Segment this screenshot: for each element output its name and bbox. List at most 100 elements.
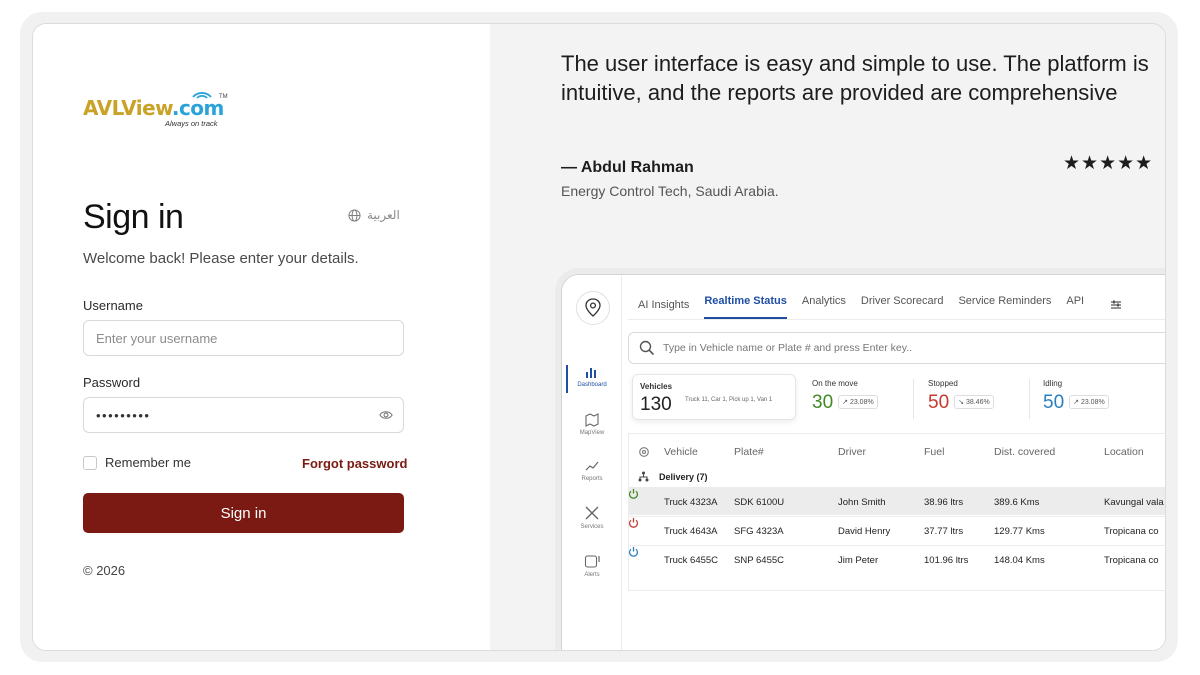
copyright: © 2026 xyxy=(83,563,126,578)
language-switch[interactable]: العربية xyxy=(348,208,400,222)
cell-driver: John Smith xyxy=(838,497,886,508)
testimonial-author: — Abdul Rahman xyxy=(561,159,694,176)
remember-checkbox[interactable] xyxy=(83,455,97,470)
vehicles-breakdown: Truck 11, Car 1, Pick up 1, Van 1 xyxy=(685,397,773,403)
table-row[interactable]: Truck 4323A SDK 6100U John Smith 38.96 l… xyxy=(628,487,1165,515)
group-label: Delivery (7) xyxy=(659,471,708,482)
tab-realtime-status[interactable]: Realtime Status xyxy=(704,295,787,319)
bar-chart-icon xyxy=(586,368,596,378)
signin-button[interactable]: Sign in xyxy=(83,493,404,533)
col-fuel[interactable]: Fuel xyxy=(924,446,944,458)
globe-icon xyxy=(348,208,361,222)
hierarchy-icon xyxy=(638,471,649,482)
cell-location: Kavungal vala xyxy=(1104,497,1164,508)
testimonial-company: Energy Control Tech, Saudi Arabia. xyxy=(561,183,779,199)
map-icon xyxy=(585,413,599,427)
nav-reports[interactable]: Reports xyxy=(562,459,622,482)
rating-stars: ★★★★★ xyxy=(1063,153,1154,174)
nav-services[interactable]: Services xyxy=(562,505,622,530)
col-driver[interactable]: Driver xyxy=(838,446,866,458)
stat-label: Stopped xyxy=(928,379,958,388)
wifi-icon xyxy=(192,92,212,99)
col-dist[interactable]: Dist. covered xyxy=(994,446,1055,458)
username-placeholder: Enter your username xyxy=(96,330,218,346)
stat-value: 30 xyxy=(812,392,834,413)
stat-idling[interactable]: Idling 50 ↗ 23.08% xyxy=(1043,379,1109,414)
cell-plate: SDK 6100U xyxy=(734,497,785,508)
tab-divider xyxy=(628,319,1165,320)
nav-mapview[interactable]: MapView xyxy=(562,413,622,436)
cell-location: Tropicana co xyxy=(1104,526,1159,537)
nav-dashboard[interactable]: Dashboard xyxy=(562,365,622,388)
stat-on-the-move[interactable]: On the move 30 ↗ 23.08% xyxy=(812,379,878,414)
password-field[interactable]: ••••••••• xyxy=(83,397,404,433)
cell-plate: SNP 6455C xyxy=(734,555,784,566)
nav-dashboard-label: Dashboard xyxy=(577,382,607,388)
stat-value: 50 xyxy=(1043,392,1065,413)
group-row[interactable]: Delivery (7) xyxy=(638,471,708,482)
dashboard-tabs: AI Insights Realtime Status Analytics Dr… xyxy=(638,295,1084,319)
power-status-icon xyxy=(628,517,639,528)
col-location[interactable]: Location xyxy=(1104,446,1144,458)
remember-me[interactable]: Remember me xyxy=(83,455,191,470)
vehicles-count: 130 xyxy=(640,394,672,415)
testimonial-quote: The user interface is easy and simple to… xyxy=(561,51,1149,105)
nav-alerts-label: Alerts xyxy=(584,572,600,578)
cell-fuel: 37.77 ltrs xyxy=(924,526,964,537)
table-header: Vehicle Plate# Driver Fuel Dist. covered… xyxy=(628,441,1165,467)
table-row[interactable]: Truck 6455C SNP 6455C Jim Peter 101.96 l… xyxy=(628,545,1165,573)
nav-reports-label: Reports xyxy=(581,476,603,482)
settings-icon[interactable] xyxy=(638,446,650,458)
col-vehicle[interactable]: Vehicle xyxy=(664,446,698,458)
avlview-logo: AVLView.com TM Always on track xyxy=(83,90,243,130)
show-password-icon[interactable] xyxy=(379,408,393,422)
stat-pct: ↗ 23.08% xyxy=(838,395,878,409)
cell-driver: David Henry xyxy=(838,526,891,537)
cell-plate: SFG 4323A xyxy=(734,526,784,537)
cell-vehicle: Truck 4643A xyxy=(664,526,718,537)
search-icon xyxy=(639,340,655,356)
dashboard-preview: Dashboard MapView Reports Services Alert… xyxy=(561,274,1165,650)
search-placeholder: Type in Vehicle name or Plate # and pres… xyxy=(663,342,913,354)
power-status-icon xyxy=(628,488,639,499)
vehicle-search[interactable]: Type in Vehicle name or Plate # and pres… xyxy=(628,332,1165,364)
page-title: Sign in xyxy=(83,198,184,236)
password-value: ••••••••• xyxy=(96,407,151,423)
cell-vehicle: Truck 4323A xyxy=(664,497,718,508)
cell-vehicle: Truck 6455C xyxy=(664,555,719,566)
tab-driver-scorecard[interactable]: Driver Scorecard xyxy=(861,295,944,319)
stat-label: Idling xyxy=(1043,379,1063,388)
username-label: Username xyxy=(83,298,143,313)
nav-alerts[interactable]: Alerts xyxy=(562,553,622,578)
stat-pct: ↗ 23.08% xyxy=(1069,395,1109,409)
col-plate[interactable]: Plate# xyxy=(734,446,764,458)
stat-pct: ↘ 38.46% xyxy=(954,395,994,409)
language-label: العربية xyxy=(367,208,400,222)
username-field[interactable]: Enter your username xyxy=(83,320,404,356)
tab-api[interactable]: API xyxy=(1066,295,1084,319)
stat-value: 50 xyxy=(928,392,950,413)
login-page: AVLView.com TM Always on track Sign in ا… xyxy=(32,23,1166,651)
cell-dist: 129.77 Kms xyxy=(994,526,1045,537)
password-label: Password xyxy=(83,375,141,390)
tab-ai-insights[interactable]: AI Insights xyxy=(638,299,689,319)
cell-driver: Jim Peter xyxy=(838,555,879,566)
dashboard-sidebar: Dashboard MapView Reports Services Alert… xyxy=(562,275,622,650)
cell-location: Tropicana co xyxy=(1104,555,1159,566)
filter-icon[interactable] xyxy=(1110,299,1122,311)
cell-fuel: 38.96 ltrs xyxy=(924,497,964,508)
stat-stopped[interactable]: Stopped 50 ↘ 38.46% xyxy=(928,379,994,414)
vehicles-card[interactable]: Vehicles 130 Truck 11, Car 1, Pick up 1,… xyxy=(632,374,796,420)
testimonial-panel: The user interface is easy and simple to… xyxy=(490,24,1165,650)
forgot-password-link[interactable]: Forgot password xyxy=(302,456,407,471)
alert-icon xyxy=(584,555,600,568)
tools-icon xyxy=(585,506,599,520)
cell-dist: 148.04 Kms xyxy=(994,555,1045,566)
vehicles-label: Vehicles xyxy=(640,382,673,391)
location-pin-icon xyxy=(576,291,610,325)
stat-divider xyxy=(913,379,914,419)
tab-analytics[interactable]: Analytics xyxy=(802,295,846,319)
welcome-text: Welcome back! Please enter your details. xyxy=(83,250,359,267)
table-row[interactable]: Truck 4643A SFG 4323A David Henry 37.77 … xyxy=(628,516,1165,544)
tab-service-reminders[interactable]: Service Reminders xyxy=(958,295,1051,319)
